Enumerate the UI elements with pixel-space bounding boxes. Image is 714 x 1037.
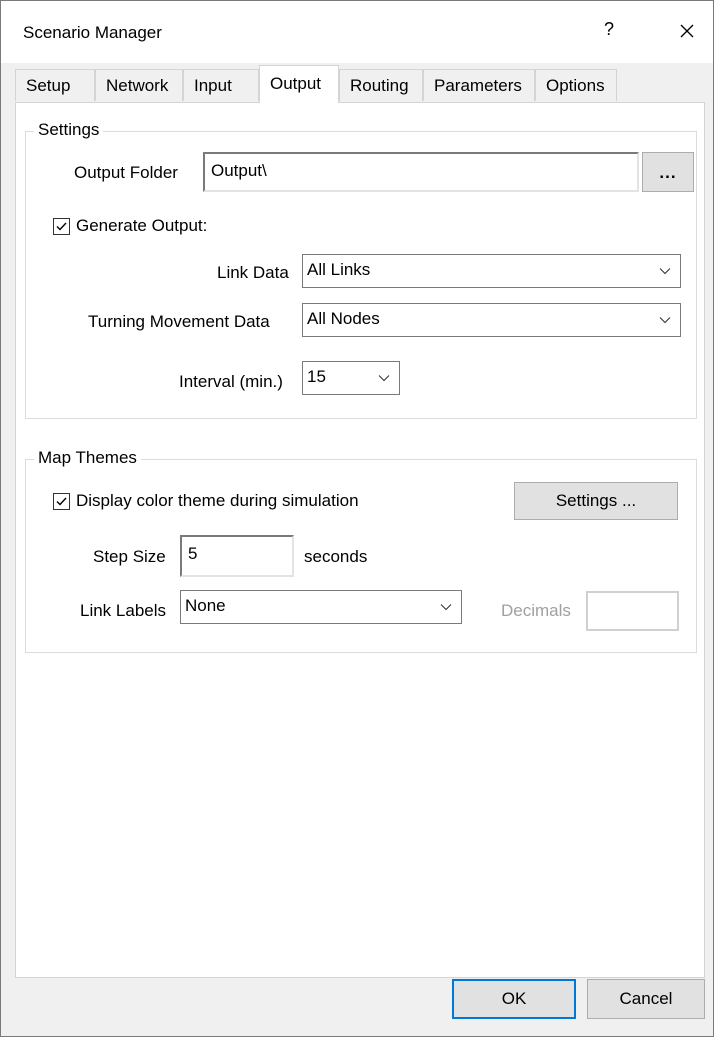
decimals-input[interactable] xyxy=(586,591,679,631)
turning-movement-select[interactable]: All Nodes xyxy=(302,303,681,337)
chevron-down-icon xyxy=(659,317,671,324)
map-theme-settings-button[interactable]: Settings ... xyxy=(514,482,678,520)
generate-output-checkbox[interactable] xyxy=(53,218,70,235)
tab-network[interactable]: Network xyxy=(95,69,183,101)
close-icon[interactable] xyxy=(673,17,701,45)
decimals-label: Decimals xyxy=(501,601,571,620)
display-color-theme-checkbox[interactable] xyxy=(53,493,70,510)
display-color-theme-label: Display color theme during simulation xyxy=(76,491,359,510)
interval-value: 15 xyxy=(307,367,326,386)
checkmark-icon xyxy=(56,222,67,231)
interval-select[interactable]: 15 xyxy=(302,361,400,395)
link-labels-value: None xyxy=(185,596,226,615)
turning-movement-label: Turning Movement Data xyxy=(88,312,270,331)
browse-folder-button[interactable]: ... xyxy=(642,152,694,192)
dialog-footer: OK Cancel xyxy=(1,979,713,1036)
window-title: Scenario Manager xyxy=(23,23,162,42)
tab-output[interactable]: Output xyxy=(259,65,339,103)
link-data-select[interactable]: All Links xyxy=(302,254,681,288)
ok-button[interactable]: OK xyxy=(452,979,576,1019)
link-data-value: All Links xyxy=(307,260,371,279)
checkmark-icon xyxy=(56,497,67,506)
tab-options[interactable]: Options xyxy=(535,69,617,101)
map-themes-group-label: Map Themes xyxy=(34,448,141,468)
chevron-down-icon xyxy=(659,268,671,275)
chevron-down-icon xyxy=(440,604,452,611)
output-tab-panel: Settings Output Folder Output\ ... Gener… xyxy=(15,102,705,978)
step-size-unit: seconds xyxy=(304,547,368,566)
tab-strip: Setup Network Input Output Routing Param… xyxy=(15,65,705,103)
help-button[interactable]: ? xyxy=(597,19,621,45)
tab-routing[interactable]: Routing xyxy=(339,69,423,101)
scenario-manager-dialog: Scenario Manager ? Setup Network Input O… xyxy=(0,0,714,1037)
tab-input[interactable]: Input xyxy=(183,69,259,101)
link-data-label: Link Data xyxy=(217,263,289,282)
link-labels-label: Link Labels xyxy=(80,601,167,620)
generate-output-label: Generate Output: xyxy=(76,216,208,235)
chevron-down-icon xyxy=(378,375,390,382)
link-labels-select[interactable]: None xyxy=(180,590,462,624)
map-themes-group: Map Themes Display color theme during si… xyxy=(25,448,697,653)
interval-label: Interval (min.) xyxy=(179,372,283,391)
turning-movement-value: All Nodes xyxy=(307,309,380,328)
step-size-input[interactable]: 5 xyxy=(180,535,294,577)
tab-setup[interactable]: Setup xyxy=(15,69,95,101)
settings-group: Settings Output Folder Output\ ... Gener… xyxy=(25,120,697,419)
output-folder-input[interactable]: Output\ xyxy=(203,152,639,192)
settings-group-label: Settings xyxy=(34,120,104,140)
title-bar: Scenario Manager ? xyxy=(1,1,713,63)
cancel-button[interactable]: Cancel xyxy=(587,979,705,1019)
tab-parameters[interactable]: Parameters xyxy=(423,69,535,101)
step-size-label: Step Size xyxy=(93,547,166,566)
output-folder-label: Output Folder xyxy=(74,163,178,182)
